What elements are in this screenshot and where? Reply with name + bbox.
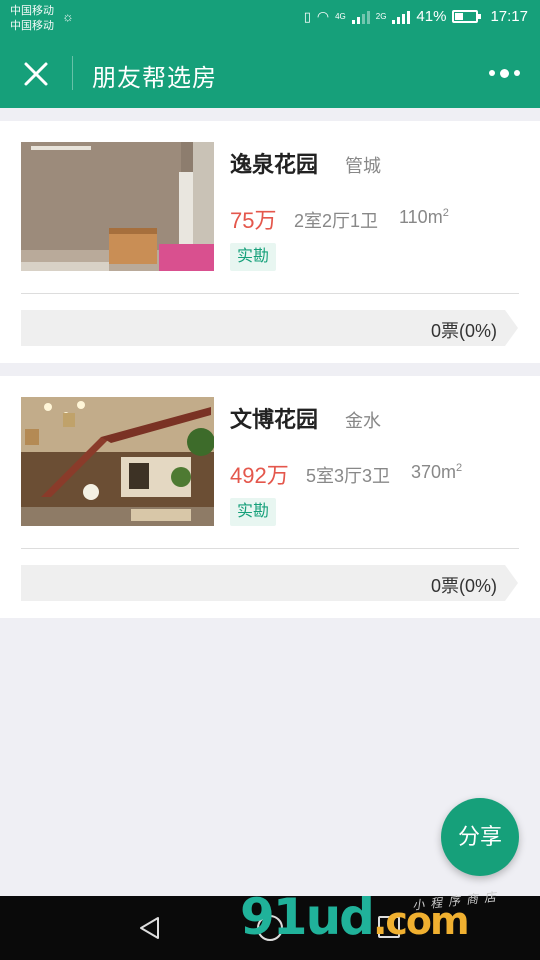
battery-percent: 41% (416, 8, 447, 25)
house-photo[interactable] (21, 397, 214, 526)
page-title: 朋友帮选房 (92, 65, 217, 92)
card-divider (21, 293, 519, 294)
verified-badge: 实勘 (230, 243, 277, 271)
house-photo-image (21, 397, 214, 526)
more-options-button[interactable] (484, 60, 524, 86)
house-name[interactable]: 逸泉花园 (230, 147, 318, 179)
nav-bar: 朋友帮选房 (0, 38, 540, 108)
area-unit-sup: 2 (456, 462, 463, 474)
wifi-icon: ◠ (316, 8, 330, 24)
house-photo-image (21, 142, 214, 271)
vote-bar[interactable]: 0票(0%) (21, 565, 518, 601)
card-divider (21, 548, 519, 549)
status-indicators: ▯ ◠ 4G 2G 41% 17:17 (304, 8, 528, 25)
listing-card[interactable]: 文博花园 金水 492万 5室3厅3卫 370m2 实勘 0票(0%) (0, 376, 540, 618)
vote-bar[interactable]: 0票(0%) (21, 310, 518, 346)
listing-card[interactable]: 逸泉花园 管城 75万 2室2厅1卫 110m2 实勘 0票(0%) (0, 121, 540, 363)
share-button[interactable]: 分享 (441, 798, 519, 876)
area-value: 110m (399, 207, 443, 227)
brightness-icon: ☼ (62, 9, 74, 24)
vibrate-icon: ▯ (303, 8, 311, 24)
network-type-2: 2G (375, 12, 387, 21)
district: 管城 (345, 156, 381, 176)
floor-area: 370m2 (411, 462, 462, 483)
verified-badge: 实勘 (230, 498, 277, 526)
floor-area: 110m2 (399, 207, 449, 228)
close-icon (24, 62, 48, 86)
close-button[interactable] (14, 52, 58, 96)
back-triangle-icon[interactable] (138, 916, 162, 940)
carrier-2: 中国移动 (10, 20, 54, 32)
nav-divider (72, 56, 73, 90)
house-name[interactable]: 文博花园 (230, 402, 318, 434)
clock: 17:17 (490, 8, 528, 25)
battery-fill (455, 13, 464, 20)
room-layout: 5室3厅3卫 (306, 466, 391, 486)
signal-2-icon (392, 10, 411, 24)
watermark-main: 91ud (240, 888, 375, 946)
area-value: 370m (411, 462, 457, 482)
area-unit-sup: 2 (442, 207, 449, 219)
battery-icon (452, 10, 482, 23)
price: 75万 (230, 208, 277, 233)
vote-count: 0票(0%) (430, 576, 497, 596)
carrier-info: 中国移动 中国移动 ☼ (10, 4, 74, 34)
vote-count: 0票(0%) (430, 321, 497, 341)
room-layout: 2室2厅1卫 (294, 211, 379, 231)
more-dots-icon (488, 70, 495, 76)
network-type-1: 4G (335, 12, 346, 21)
carrier-1: 中国移动 (10, 5, 54, 17)
signal-1-icon (351, 10, 370, 24)
district: 金水 (345, 411, 381, 431)
status-bar: 中国移动 中国移动 ☼ ▯ ◠ 4G 2G 41% 17:17 (0, 0, 540, 38)
price: 492万 (230, 463, 289, 488)
house-photo[interactable] (21, 142, 214, 271)
